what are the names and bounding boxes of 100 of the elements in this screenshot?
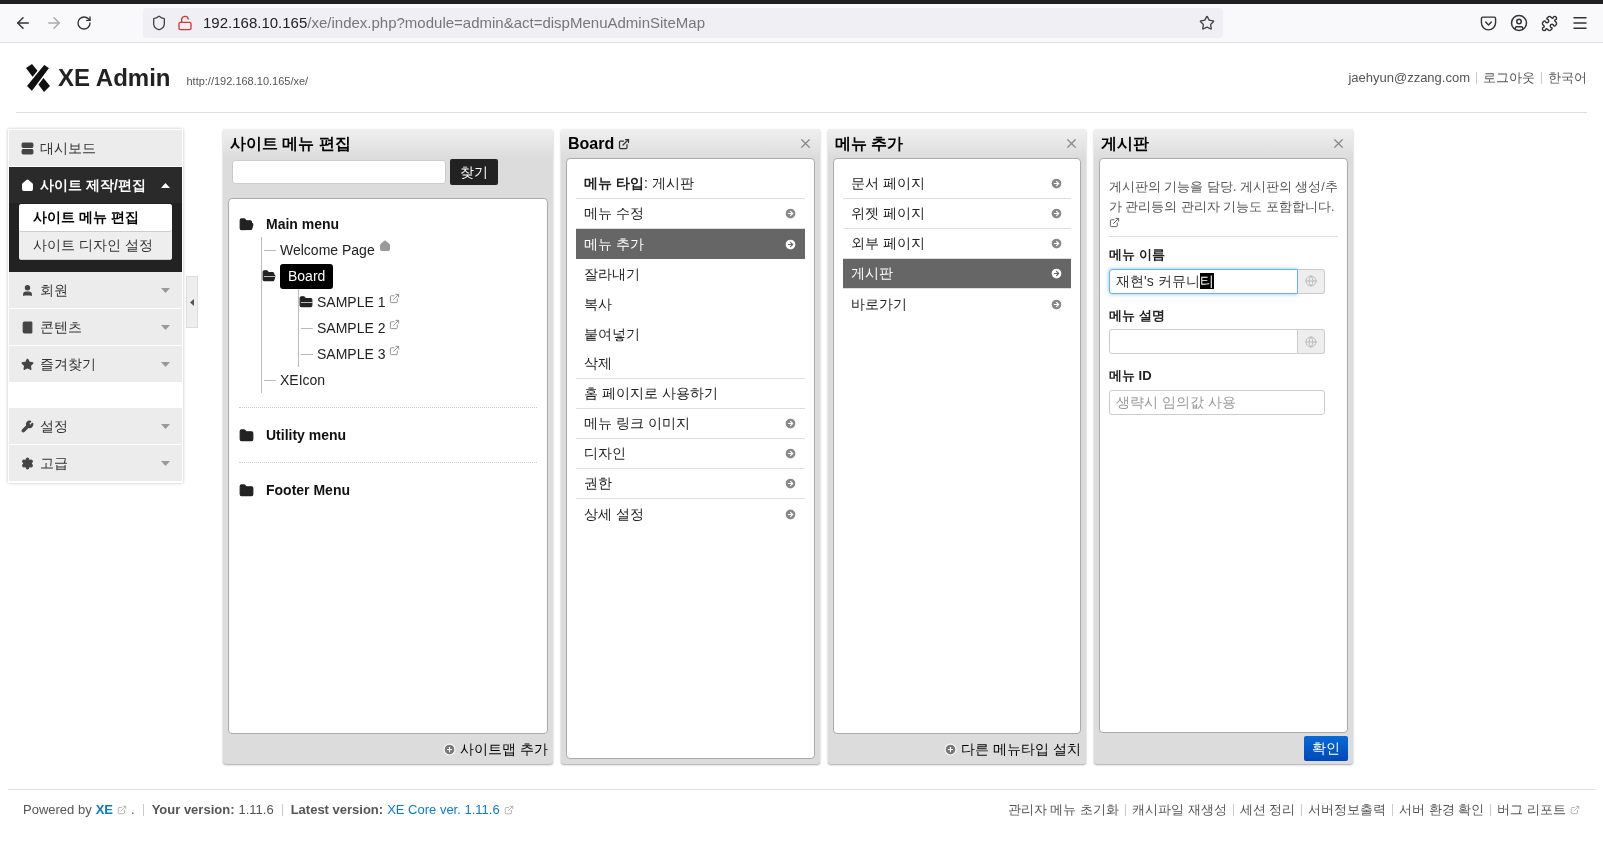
caret-down-icon: [161, 423, 170, 429]
description-text: 게시판의 기능을 담당. 게시판의 생성/추가 관리등의 관리자 기능도 포함합니다.: [1109, 179, 1338, 216]
powered-by-text: Powered by: [23, 800, 92, 819]
sidebar-subitem[interactable]: 사이트 메뉴 편집: [19, 204, 172, 232]
sidebar-item-icon: [21, 141, 34, 155]
external-link-icon: [618, 137, 631, 150]
menu-action-item[interactable]: 메뉴 추가: [576, 229, 805, 259]
menu-type-item[interactable]: 문서 페이지: [843, 169, 1071, 199]
caret-down-icon: [161, 361, 170, 367]
sidebar-item[interactable]: 사이트 제작/편집: [9, 167, 182, 204]
sidebar-item-icon: [21, 178, 34, 192]
menu-action-item[interactable]: 잘라내기: [576, 259, 805, 289]
tree-item[interactable]: SAMPLE 1: [317, 291, 386, 313]
site-url-link[interactable]: http://192.168.10.165/xe/: [186, 73, 309, 90]
sidebar-item[interactable]: 고급: [9, 445, 182, 482]
search-field[interactable]: [232, 160, 446, 184]
plus-icon: [443, 742, 457, 756]
sidebar-item-icon: [21, 419, 34, 433]
url-text: 192.168.10.165/xe/index.php?module=admin&act=dispMenuAdminSiteMap: [203, 12, 707, 33]
back-button[interactable]: [14, 14, 32, 32]
external-link-icon: [1109, 217, 1120, 228]
language-button[interactable]: [1298, 268, 1325, 294]
sidebar-item-icon: [21, 283, 34, 297]
menu-action-item[interactable]: 삭제: [576, 349, 805, 379]
sitemap-title[interactable]: Main menu: [266, 213, 340, 235]
sitemap-title[interactable]: Utility menu: [266, 424, 347, 446]
your-version-text: 1.11.6: [238, 800, 274, 819]
tree-item[interactable]: SAMPLE 3: [317, 343, 386, 365]
panel-title: 게시판: [1101, 133, 1149, 154]
menu-action-item[interactable]: 홈 페이지로 사용하기: [576, 379, 805, 409]
add-sitemap-button[interactable]: 사이트맵 추가: [443, 738, 548, 760]
external-link-icon: [1570, 804, 1580, 815]
xe-link[interactable]: XE: [95, 799, 113, 820]
search-button[interactable]: 찾기: [450, 159, 498, 185]
panel-title: 사이트 메뉴 편집: [230, 133, 351, 154]
insecure-lock-icon: [177, 15, 193, 31]
bookmark-star-icon[interactable]: [1199, 15, 1215, 31]
arrow-right-icon: [1050, 267, 1063, 280]
pocket-icon[interactable]: [1480, 14, 1497, 32]
menu-type-item[interactable]: 위젯 페이지: [843, 199, 1071, 229]
user-email-link[interactable]: jaehyun@zzang.com: [1348, 67, 1470, 88]
sitemap-title[interactable]: Footer Menu: [266, 479, 350, 501]
reload-button[interactable]: [76, 15, 92, 31]
tree-item[interactable]: SAMPLE 2: [317, 317, 386, 339]
caret-down-icon: [161, 324, 170, 330]
menu-action-item[interactable]: 상세 설정: [576, 499, 805, 529]
extensions-icon[interactable]: [1541, 14, 1558, 32]
close-button[interactable]: [798, 136, 813, 151]
tree-item[interactable]: XEIcon: [280, 369, 326, 391]
tree-item[interactable]: Board: [280, 263, 334, 289]
menu-action-item[interactable]: 붙여넣기: [576, 319, 805, 349]
sidebar-item[interactable]: 설정: [9, 408, 182, 445]
caret-up-icon: [161, 182, 170, 188]
menu-type-item[interactable]: 바로가기: [843, 289, 1071, 319]
latest-version-link[interactable]: XE Core ver. 1.11.6: [387, 799, 500, 820]
arrow-right-icon: [1050, 177, 1063, 190]
admin-tool-link[interactable]: 관리자 메뉴 초기화: [1007, 799, 1119, 820]
caret-left-icon: [190, 298, 194, 306]
panel-title: Board: [568, 133, 615, 154]
language-link[interactable]: 한국어: [1548, 67, 1587, 88]
sidebar-item-icon: [21, 320, 34, 334]
menu-action-item[interactable]: 메뉴 타입: 게시판: [576, 169, 805, 199]
menu-type-item[interactable]: 게시판: [843, 259, 1071, 289]
logout-link[interactable]: 로그아웃: [1483, 67, 1535, 88]
shield-icon: [151, 15, 167, 31]
logo-text[interactable]: XE Admin: [58, 59, 171, 96]
sidebar-item[interactable]: 회원: [9, 272, 182, 309]
punctuation-text: .: [131, 800, 135, 819]
arrow-right-icon: [1050, 207, 1063, 220]
sidebar-item[interactable]: 즐겨찾기: [9, 346, 182, 383]
input-field[interactable]: 생략시 임의값 사용: [1109, 389, 1325, 415]
admin-tool-link[interactable]: 버그 리포트: [1497, 799, 1566, 820]
input-field[interactable]: 재현's 커뮤니티: [1109, 268, 1298, 294]
menu-action-item[interactable]: 디자인: [576, 439, 805, 469]
panel-title: 메뉴 추가: [835, 133, 904, 154]
account-icon[interactable]: [1510, 14, 1528, 32]
field-label: 메뉴 ID: [1109, 367, 1153, 385]
sidebar-collapse-button[interactable]: [186, 276, 198, 328]
globe-icon: [1305, 275, 1317, 287]
caret-down-icon: [161, 287, 170, 293]
menu-icon[interactable]: [1571, 14, 1589, 32]
confirm-button[interactable]: 확인: [1304, 736, 1348, 761]
admin-tool-link[interactable]: 서버정보출력: [1308, 799, 1387, 820]
menu-action-item[interactable]: 복사: [576, 289, 805, 319]
sidebar-item[interactable]: 콘텐츠: [9, 309, 182, 346]
forward-button[interactable]: [45, 14, 63, 32]
arrow-right-icon: [1050, 237, 1063, 250]
menu-action-item[interactable]: 메뉴 링크 이미지: [576, 409, 805, 439]
admin-tool-link[interactable]: 서버 환경 확인: [1399, 799, 1485, 820]
address-bar[interactable]: 192.168.10.165/xe/index.php?module=admin&act=dispMenuAdminSiteMap: [143, 8, 1223, 38]
close-button[interactable]: [1064, 136, 1079, 151]
close-button[interactable]: [1331, 136, 1346, 151]
input-field[interactable]: [1109, 329, 1298, 354]
tree-item[interactable]: Welcome Page: [280, 239, 375, 261]
admin-tool-link[interactable]: 캐시파일 재생성: [1131, 799, 1227, 820]
menu-action-item[interactable]: 권한: [576, 469, 805, 499]
field-label: 메뉴 설명: [1109, 306, 1166, 325]
install-menu-type-button[interactable]: 다른 메뉴타입 설치: [944, 738, 1081, 760]
admin-tool-link[interactable]: 세션 정리: [1239, 799, 1296, 820]
sidebar-item[interactable]: 대시보드: [9, 130, 182, 167]
